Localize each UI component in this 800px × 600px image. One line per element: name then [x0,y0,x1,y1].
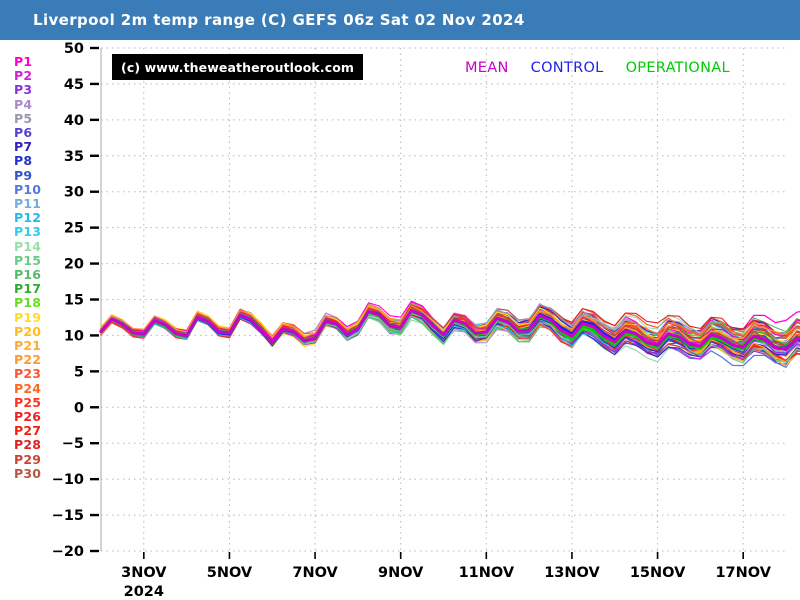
x-axis-tick-label: 17NOV [715,565,771,581]
header-bar: Liverpool 2m temp range (C) GEFS 06z Sat… [0,0,800,40]
legend-operational: OPERATIONAL [625,60,730,76]
x-axis-tick-label: 7NOV [292,565,338,581]
y-axis-tick-label: 35 [64,149,84,165]
y-axis-tick-label: 40 [64,113,84,129]
x-axis-tick-label: 13NOV [544,565,600,581]
y-axis-tick-label: 25 [64,221,84,237]
highlight-legend: MEAN CONTROL OPERATIONAL [465,60,730,76]
y-axis-tick-label: 20 [64,257,84,273]
grid-lines [100,47,786,552]
y-axis-tick-label: 45 [64,77,84,93]
legend-mean: MEAN [465,60,509,76]
y-axis-tick-label: 50 [64,41,84,57]
y-axis-tick-label: −15 [52,508,84,524]
x-axis-tick-label: 11NOV [459,565,515,581]
y-axis-tick-label: 30 [64,185,84,201]
x-axis-tick-label: 3NOV [121,565,167,581]
copyright-text: (c) www.theweatheroutlook.com [121,60,355,75]
ensemble-spaghetti-chart: 50454035302520151050−5−10−15−203NOV 5NOV 7… [52,41,800,600]
y-axis-tick-label: 15 [64,293,84,309]
y-axis-tick-label: −10 [52,472,84,488]
copyright-banner: (c) www.theweatheroutlook.com [112,54,364,80]
x-axis-tick-label: 15NOV [630,565,686,581]
y-axis-tick-label: 10 [64,328,84,344]
x-axis-tick-label: 9NOV [378,565,424,581]
y-axis-tick-label: −5 [62,436,84,452]
y-axis-tick-label: 5 [74,364,84,380]
chart-plot-area: 50 45 40 35 30 25 20 15 10 5 0 −5 −10 −15 −20 3NOV 5NOV 7… [0,40,800,600]
x-axis-tick-label: 5NOV [207,565,253,581]
ensemble-lines [100,300,800,368]
y-axis-tick-label: 0 [74,400,84,416]
legend-control: CONTROL [530,60,604,76]
page-title: Liverpool 2m temp range (C) GEFS 06z Sat… [33,11,525,29]
y-axis-tick-label: −20 [52,544,84,560]
x-axis-year-label: 2024 [124,584,164,600]
